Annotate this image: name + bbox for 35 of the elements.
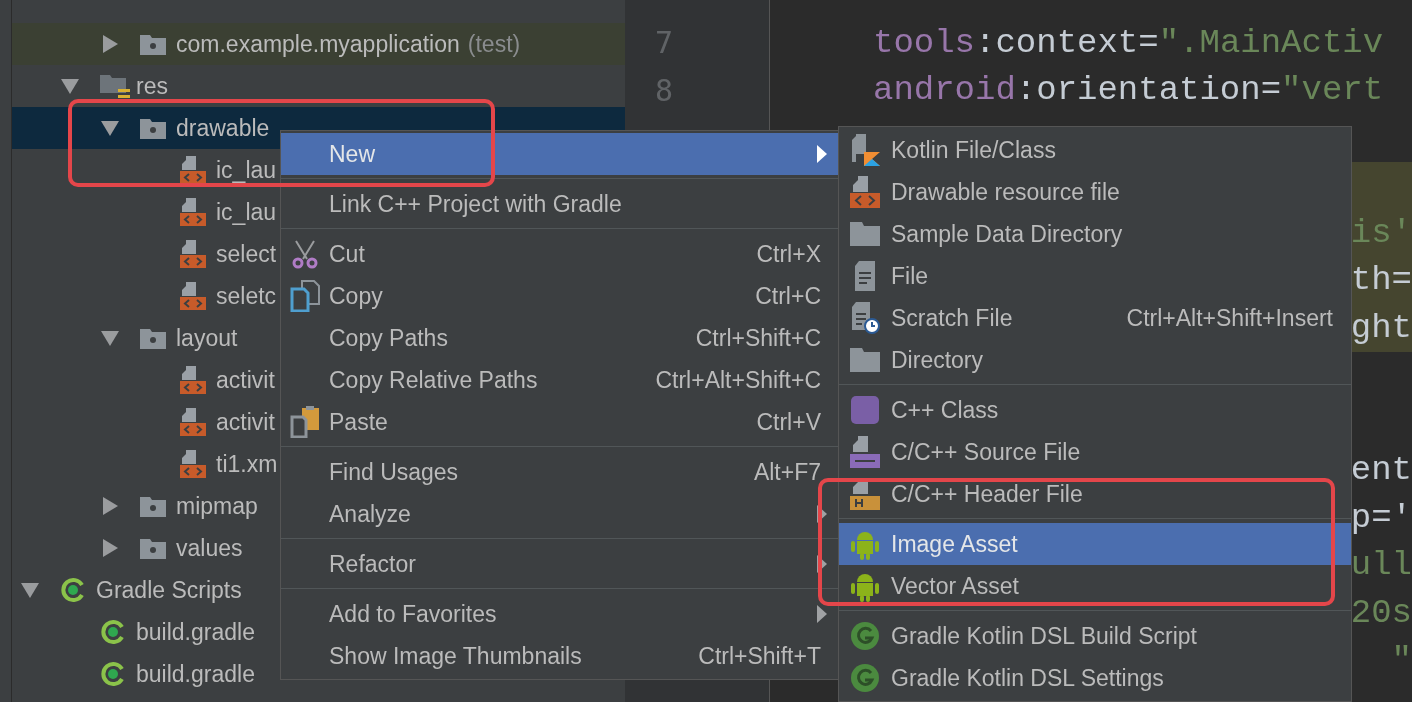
tree-label: select	[216, 240, 277, 268]
shortcut-text: Ctrl+Shift+C	[695, 324, 822, 352]
code-line: "	[1391, 641, 1412, 680]
code-line: ent	[1350, 451, 1412, 490]
tree-label: res	[136, 72, 168, 100]
tree-label: seletc	[216, 282, 277, 310]
shortcut-text: Ctrl+Alt+Shift+C	[655, 366, 822, 394]
tree-label: build.gradle	[136, 618, 255, 646]
code-line: p='	[1350, 498, 1412, 537]
tree-label: build.gradle	[136, 660, 255, 688]
tree-label: values	[176, 534, 243, 562]
shortcut-text: Ctrl+X	[756, 240, 822, 268]
code-line: ght	[1350, 308, 1412, 347]
tree-label: ic_lau	[216, 156, 277, 184]
tree-label: drawable	[176, 114, 270, 142]
tree-label: com.example.myapplication	[176, 30, 460, 58]
code-line: ull	[1350, 546, 1412, 585]
code-line: tools:context=".MainActiv	[873, 23, 1384, 62]
tree-label: ti1.xm	[216, 450, 278, 478]
source-set-label: (test)	[467, 30, 521, 58]
shortcut-text: Alt+F7	[753, 458, 822, 486]
code-line: 20s	[1350, 593, 1412, 632]
tree-label: mipmap	[176, 492, 258, 520]
code-line: is'	[1350, 213, 1412, 252]
code-line: th=	[1350, 261, 1412, 300]
code-line: android:orientation="vert	[873, 71, 1384, 110]
tree-label: layout	[176, 324, 238, 352]
shortcut-text: Ctrl+Alt+Shift+Insert	[1126, 304, 1334, 332]
tree-label: ic_lau	[216, 198, 277, 226]
shortcut-text: Ctrl+C	[755, 282, 822, 310]
tree-label: activit	[216, 408, 275, 436]
shortcut-text: Ctrl+V	[756, 408, 822, 436]
tree-label: activit	[216, 366, 275, 394]
shortcut-text: Ctrl+Shift+T	[698, 642, 822, 670]
tree-label: Gradle Scripts	[96, 576, 242, 604]
